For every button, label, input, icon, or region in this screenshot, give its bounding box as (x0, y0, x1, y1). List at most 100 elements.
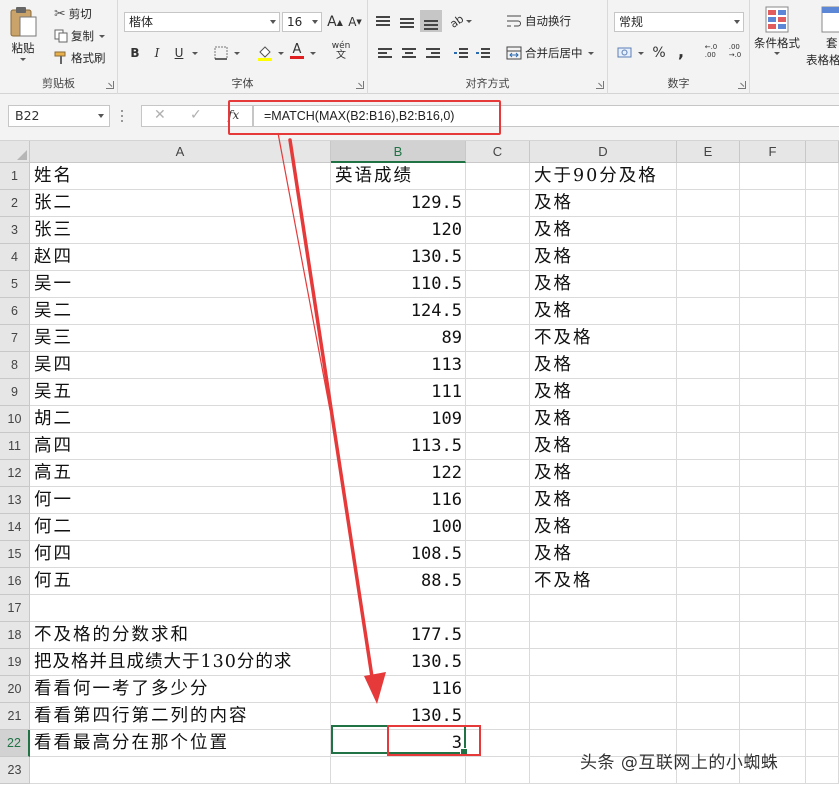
cell-f[interactable] (740, 244, 806, 271)
cell-c[interactable] (466, 163, 530, 190)
cell-f[interactable] (740, 406, 806, 433)
cell-e[interactable] (677, 379, 740, 406)
cell-a[interactable]: 高四 (30, 433, 331, 460)
cell-c[interactable] (466, 190, 530, 217)
cell-f[interactable] (740, 460, 806, 487)
cell-d[interactable]: 及格 (530, 271, 677, 298)
number-format-combo[interactable]: 常规 (614, 12, 744, 32)
cell-f[interactable] (740, 676, 806, 703)
underline-dropdown-icon[interactable] (192, 52, 198, 55)
column-header-g[interactable] (806, 141, 839, 163)
cell-f[interactable] (740, 514, 806, 541)
column-header-b[interactable]: B (331, 141, 466, 163)
fill-color-button[interactable] (256, 44, 274, 62)
cell-a[interactable]: 吴四 (30, 352, 331, 379)
cell-g[interactable] (806, 271, 839, 298)
cell-c[interactable] (466, 487, 530, 514)
cell-c[interactable] (466, 217, 530, 244)
cell-a[interactable]: 看看第四行第二列的内容 (30, 703, 331, 730)
cell-a[interactable]: 吴五 (30, 379, 331, 406)
cell-b[interactable]: 英语成绩 (331, 163, 466, 190)
fill-color-dropdown-icon[interactable] (278, 52, 284, 55)
cell-e[interactable] (677, 190, 740, 217)
cell-d[interactable] (530, 622, 677, 649)
cell-c[interactable] (466, 406, 530, 433)
comma-button[interactable]: , (672, 42, 690, 61)
cell-c[interactable] (466, 730, 530, 757)
cell-b[interactable]: 108.5 (331, 541, 466, 568)
cell-c[interactable] (466, 244, 530, 271)
cell-g[interactable] (806, 217, 839, 244)
cell-e[interactable] (677, 325, 740, 352)
cell-f[interactable] (740, 271, 806, 298)
cell-d[interactable] (530, 649, 677, 676)
cell-b[interactable]: 130.5 (331, 703, 466, 730)
phonetic-button[interactable]: wén 文 (332, 42, 351, 61)
cell-e[interactable] (677, 298, 740, 325)
row-header[interactable]: 8 (0, 352, 30, 379)
align-middle-icon[interactable] (400, 16, 414, 28)
cell-d[interactable]: 及格 (530, 433, 677, 460)
cell-e[interactable] (677, 244, 740, 271)
border-button[interactable] (212, 44, 230, 62)
cell-f[interactable] (740, 352, 806, 379)
cell-g[interactable] (806, 460, 839, 487)
cell-b[interactable]: 130.5 (331, 649, 466, 676)
cell-f[interactable] (740, 190, 806, 217)
row-header[interactable]: 2 (0, 190, 30, 217)
cell-g[interactable] (806, 730, 839, 757)
cell-a[interactable]: 吴一 (30, 271, 331, 298)
cell-a[interactable]: 不及格的分数求和 (30, 622, 331, 649)
cell-d[interactable]: 及格 (530, 244, 677, 271)
select-all-button[interactable] (0, 141, 30, 163)
row-header[interactable]: 4 (0, 244, 30, 271)
cell-b[interactable]: 88.5 (331, 568, 466, 595)
cell-e[interactable] (677, 649, 740, 676)
cell-g[interactable] (806, 703, 839, 730)
accounting-format-button[interactable] (616, 44, 634, 62)
cell-c[interactable] (466, 379, 530, 406)
decrease-indent-icon[interactable] (454, 48, 468, 60)
row-header[interactable]: 16 (0, 568, 30, 595)
cell-g[interactable] (806, 649, 839, 676)
cell-c[interactable] (466, 541, 530, 568)
cell-a[interactable]: 何四 (30, 541, 331, 568)
cell-d[interactable] (530, 703, 677, 730)
cell-f[interactable] (740, 622, 806, 649)
cell-a[interactable]: 张二 (30, 190, 331, 217)
cell-f[interactable] (740, 595, 806, 622)
cell-d[interactable]: 及格 (530, 352, 677, 379)
cell-a[interactable]: 何二 (30, 514, 331, 541)
align-bottom-icon[interactable] (420, 10, 442, 32)
cell-b[interactable]: 124.5 (331, 298, 466, 325)
cell-b[interactable]: 113 (331, 352, 466, 379)
cell-g[interactable] (806, 244, 839, 271)
align-center-icon[interactable] (402, 48, 416, 60)
wrap-text-button[interactable]: 自动换行 (506, 13, 571, 29)
row-header[interactable]: 14 (0, 514, 30, 541)
formula-input[interactable]: =MATCH(MAX(B2:B16),B2:B16,0) (253, 105, 839, 127)
paste-button[interactable]: 粘贴 (8, 6, 38, 61)
cell-e[interactable] (677, 460, 740, 487)
row-header[interactable]: 20 (0, 676, 30, 703)
column-header-f[interactable]: F (740, 141, 806, 163)
column-header-e[interactable]: E (677, 141, 740, 163)
cell-e[interactable] (677, 676, 740, 703)
cell-d[interactable]: 及格 (530, 460, 677, 487)
cell-a[interactable]: 何五 (30, 568, 331, 595)
row-header[interactable]: 9 (0, 379, 30, 406)
row-header[interactable]: 22 (0, 730, 30, 757)
increase-decimal-button[interactable]: ←.0.00 (700, 42, 722, 60)
cell-g[interactable] (806, 595, 839, 622)
clipboard-launcher-icon[interactable] (106, 81, 114, 89)
cell-d[interactable]: 及格 (530, 406, 677, 433)
row-header[interactable]: 19 (0, 649, 30, 676)
font-color-dropdown-icon[interactable] (310, 52, 316, 55)
cell-c[interactable] (466, 514, 530, 541)
cell-c[interactable] (466, 595, 530, 622)
cell-g[interactable] (806, 325, 839, 352)
cell-b[interactable]: 122 (331, 460, 466, 487)
border-dropdown-icon[interactable] (234, 52, 240, 55)
bold-button[interactable]: B (126, 44, 144, 62)
cell-c[interactable] (466, 460, 530, 487)
